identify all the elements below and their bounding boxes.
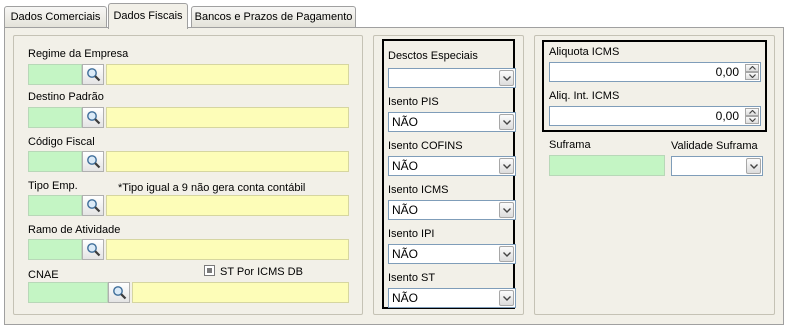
- tab-panel-dados-fiscais: Regime da Empresa Destino Padrão Código …: [4, 27, 784, 325]
- cnae-label: CNAE: [28, 269, 59, 281]
- tipo-emp-code-input[interactable]: [28, 195, 82, 216]
- chevron-down-icon[interactable]: [746, 158, 761, 174]
- isento-pis-select[interactable]: NÃO: [388, 112, 516, 132]
- cnae-code-input[interactable]: [28, 282, 108, 303]
- isento-st-select[interactable]: NÃO: [388, 288, 516, 308]
- tipo-emp-description-field[interactable]: [106, 195, 349, 216]
- icms-panel: Aliquota ICMS 0,00 Aliq. Int. ICMS 0,00 …: [534, 35, 775, 315]
- aliquota-icms-label: Aliquota ICMS: [549, 46, 620, 58]
- validade-suframa-label: Validade Suframa: [671, 140, 758, 152]
- tab-dados-comerciais[interactable]: Dados Comerciais: [4, 6, 107, 28]
- ramo-atividade-label: Ramo de Atividade: [28, 224, 121, 236]
- isento-pis-value: NÃO: [392, 115, 419, 129]
- desctos-especiais-label: Desctos Especiais: [388, 50, 478, 62]
- spin-up-icon[interactable]: [745, 108, 759, 116]
- search-icon: [86, 155, 100, 169]
- regime-label: Regime da Empresa: [28, 48, 129, 60]
- destino-search-button[interactable]: [82, 107, 104, 128]
- aliq-int-icms-input[interactable]: 0,00: [549, 106, 761, 126]
- codigo-fiscal-search-button[interactable]: [82, 151, 104, 172]
- search-icon: [86, 68, 100, 82]
- isento-icms-value: NÃO: [392, 203, 419, 217]
- destino-description-field[interactable]: [106, 107, 349, 128]
- exemptions-panel: Desctos Especiais Isento PIS NÃO Isento …: [373, 35, 524, 315]
- isento-ipi-value: NÃO: [392, 247, 419, 261]
- cnae-search-button[interactable]: [108, 282, 130, 303]
- chevron-down-icon[interactable]: [499, 114, 514, 130]
- search-icon: [112, 286, 126, 300]
- isento-ipi-select[interactable]: NÃO: [388, 244, 516, 264]
- chevron-down-icon[interactable]: [499, 246, 514, 262]
- checkbox-indeterminate-mark: [207, 268, 212, 273]
- isento-cofins-select[interactable]: NÃO: [388, 156, 516, 176]
- tipo-emp-search-button[interactable]: [82, 195, 104, 216]
- aliquota-icms-value: 0,00: [715, 65, 739, 79]
- destino-label: Destino Padrão: [28, 91, 104, 103]
- suframa-label: Suframa: [549, 139, 591, 151]
- codigo-fiscal-label: Código Fiscal: [28, 136, 95, 148]
- tab-dados-fiscais[interactable]: Dados Fiscais: [108, 3, 188, 29]
- regime-code-input[interactable]: [28, 64, 82, 85]
- chevron-down-icon[interactable]: [499, 70, 514, 86]
- aliquota-icms-spinner[interactable]: [745, 64, 759, 80]
- ramo-atividade-search-button[interactable]: [82, 239, 104, 260]
- spin-up-icon[interactable]: [745, 64, 759, 72]
- tipo-emp-note: *Tipo igual a 9 não gera conta contábil: [118, 182, 306, 194]
- cnae-description-field[interactable]: [132, 282, 349, 303]
- chevron-down-icon[interactable]: [499, 158, 514, 174]
- search-icon: [86, 111, 100, 125]
- ramo-atividade-description-field[interactable]: [106, 239, 349, 260]
- tab-bancos-prazos[interactable]: Bancos e Prazos de Pagamento: [191, 6, 356, 28]
- aliq-int-icms-value: 0,00: [715, 109, 739, 123]
- isento-pis-label: Isento PIS: [388, 96, 439, 108]
- fiscal-codes-panel: Regime da Empresa Destino Padrão Código …: [13, 35, 363, 315]
- destino-code-input[interactable]: [28, 107, 82, 128]
- tipo-emp-label: Tipo Emp.: [28, 180, 78, 192]
- search-icon: [86, 199, 100, 213]
- isento-icms-label: Isento ICMS: [388, 184, 449, 196]
- validade-suframa-select[interactable]: [671, 156, 763, 176]
- codigo-fiscal-code-input[interactable]: [28, 151, 82, 172]
- suframa-input[interactable]: [549, 155, 665, 176]
- chevron-down-icon[interactable]: [499, 202, 514, 218]
- st-icms-db-label: ST Por ICMS DB: [220, 266, 303, 278]
- isento-st-value: NÃO: [392, 291, 419, 305]
- aliquota-icms-input[interactable]: 0,00: [549, 62, 761, 82]
- regime-description-field[interactable]: [106, 64, 349, 85]
- chevron-down-icon[interactable]: [499, 290, 514, 306]
- search-icon: [86, 243, 100, 257]
- aliq-int-icms-label: Aliq. Int. ICMS: [549, 90, 620, 102]
- isento-cofins-label: Isento COFINS: [388, 140, 463, 152]
- spin-down-icon[interactable]: [745, 116, 759, 124]
- isento-ipi-label: Isento IPI: [388, 228, 435, 240]
- aliq-int-icms-spinner[interactable]: [745, 108, 759, 124]
- regime-search-button[interactable]: [82, 64, 104, 85]
- isento-st-label: Isento ST: [388, 272, 436, 284]
- isento-cofins-value: NÃO: [392, 159, 419, 173]
- ramo-atividade-code-input[interactable]: [28, 239, 82, 260]
- icms-highlight-box: Aliquota ICMS 0,00 Aliq. Int. ICMS 0,00: [542, 40, 767, 132]
- spin-down-icon[interactable]: [745, 72, 759, 80]
- desctos-especiais-select[interactable]: [388, 68, 516, 88]
- codigo-fiscal-description-field[interactable]: [106, 151, 349, 172]
- isento-icms-select[interactable]: NÃO: [388, 200, 516, 220]
- exemptions-highlight-box: Desctos Especiais Isento PIS NÃO Isento …: [382, 39, 516, 309]
- st-icms-db-checkbox[interactable]: [204, 265, 215, 276]
